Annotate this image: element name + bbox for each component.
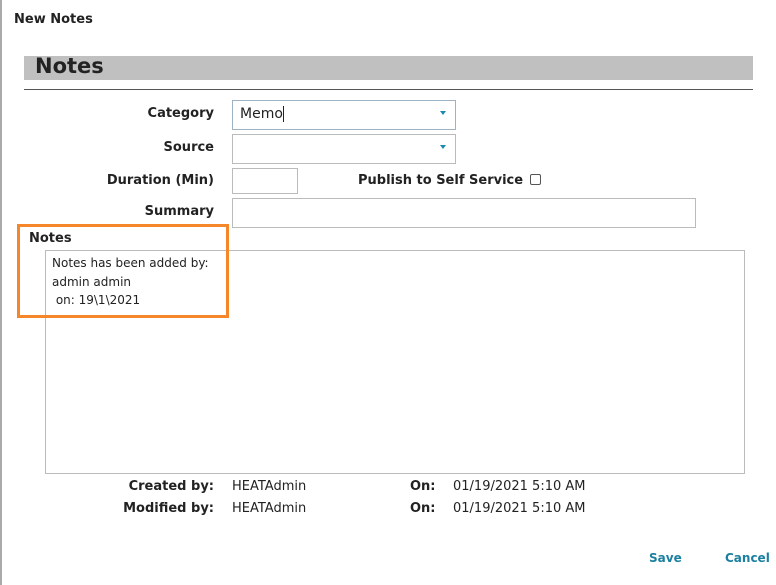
- category-label: Category: [147, 106, 214, 121]
- save-button[interactable]: Save: [649, 551, 682, 565]
- modified-by-value: HEATAdmin: [232, 501, 307, 516]
- category-dropdown[interactable]: Memo: [232, 100, 456, 130]
- divider: [24, 89, 753, 90]
- publish-label: Publish to Self Service: [358, 173, 524, 188]
- created-by-label: Created by:: [128, 479, 214, 494]
- source-dropdown[interactable]: [232, 134, 456, 164]
- created-by-value: HEATAdmin: [232, 479, 307, 494]
- cancel-button[interactable]: Cancel: [725, 551, 770, 565]
- highlight-box: [17, 224, 229, 318]
- category-value: Memo: [240, 106, 283, 122]
- chevron-down-icon[interactable]: [440, 111, 446, 115]
- section-header: Notes: [24, 54, 753, 80]
- created-on-label: On:: [410, 479, 436, 494]
- modified-on-value: 01/19/2021 5:10 AM: [453, 501, 586, 516]
- summary-input[interactable]: [232, 198, 696, 228]
- window-edge: [0, 0, 2, 585]
- source-label: Source: [163, 140, 214, 155]
- chevron-down-icon[interactable]: [440, 145, 446, 149]
- created-on-value: 01/19/2021 5:10 AM: [453, 479, 586, 494]
- summary-label: Summary: [144, 204, 214, 219]
- modified-by-label: Modified by:: [123, 501, 214, 516]
- window-title: New Notes: [14, 12, 93, 27]
- section-title: Notes: [35, 54, 104, 78]
- duration-label: Duration (Min): [106, 173, 214, 188]
- publish-checkbox[interactable]: [530, 174, 541, 185]
- text-cursor: [282, 106, 284, 122]
- modified-on-label: On:: [410, 501, 436, 516]
- duration-input[interactable]: [232, 168, 298, 194]
